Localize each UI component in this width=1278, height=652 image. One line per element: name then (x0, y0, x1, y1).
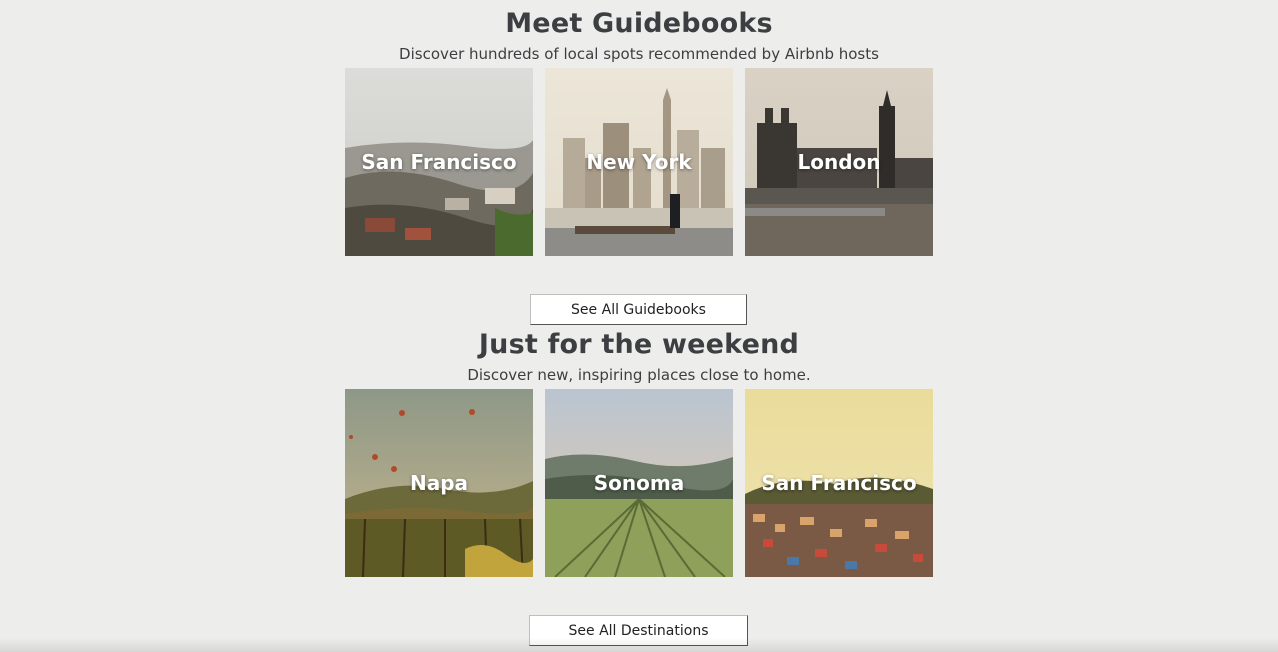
guidebook-card-san-francisco[interactable]: San Francisco (345, 68, 533, 256)
guidebooks-header: Meet Guidebooks Discover hundreds of loc… (0, 8, 1278, 64)
card-label: Napa (409, 471, 469, 495)
weekend-header: Just for the weekend Discover new, inspi… (0, 329, 1278, 385)
card-label: Sonoma (593, 471, 685, 495)
card-label: San Francisco (361, 150, 517, 174)
page: Meet Guidebooks Discover hundreds of loc… (0, 0, 1278, 652)
card-label: San Francisco (761, 471, 917, 495)
see-all-destinations-button[interactable]: See All Destinations (529, 615, 748, 646)
guidebooks-subtitle: Discover hundreds of local spots recomme… (399, 45, 879, 63)
guidebook-card-new-york[interactable]: New York (545, 68, 733, 256)
destination-card-napa[interactable]: Napa (345, 389, 533, 577)
guidebooks-cards: San Francisco New York London (345, 68, 933, 256)
card-label: London (797, 150, 881, 174)
guidebook-card-london[interactable]: London (745, 68, 933, 256)
card-label: New York (586, 150, 692, 174)
destination-card-sonoma[interactable]: Sonoma (545, 389, 733, 577)
weekend-subtitle: Discover new, inspiring places close to … (467, 366, 811, 384)
weekend-cards: Napa Sonoma San Francisco (345, 389, 933, 577)
weekend-title: Just for the weekend (478, 329, 800, 360)
see-all-guidebooks-button[interactable]: See All Guidebooks (530, 294, 747, 325)
guidebooks-title: Meet Guidebooks (505, 8, 773, 39)
destination-card-san-francisco[interactable]: San Francisco (745, 389, 933, 577)
